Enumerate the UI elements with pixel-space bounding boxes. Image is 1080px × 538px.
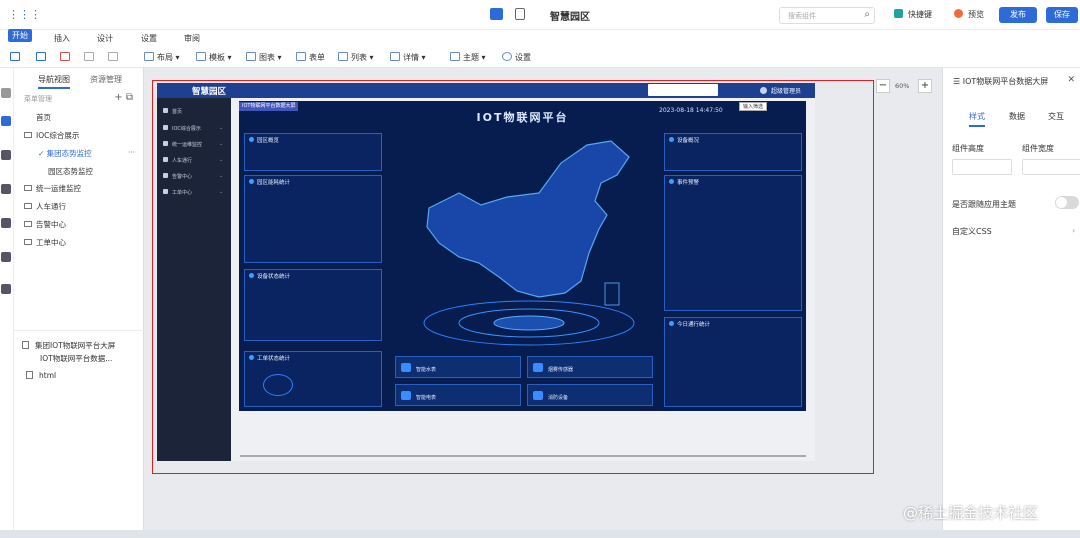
tool-theme[interactable]: 主题 ▾ [450,52,486,63]
desktop-icon[interactable] [490,8,503,20]
tool-layout[interactable]: 布局 ▾ [144,52,180,63]
window-icon[interactable] [1,218,11,228]
search-icon[interactable]: ⌕ [864,9,870,20]
menu-manage-heading: 菜单管理 [24,95,52,103]
add-folder-icon[interactable]: + ⧉ [114,92,133,103]
tree-item-ops[interactable]: 统一运维监控 [24,183,81,194]
sidebar: 导航视图 资源管理 菜单管理 + ⧉ 首页 IOC综合展示 ✓ 集团态势监控 ··… [14,68,144,538]
tree-item-ioc[interactable]: IOC综合展示 [24,130,79,141]
layout-icon [144,52,154,61]
tab-resource-management[interactable]: 资源管理 [90,74,122,85]
tool-template[interactable]: 模板 ▾ [196,52,232,63]
apps-grid-icon[interactable]: ⋮⋮⋮ [8,9,41,21]
tab-interaction[interactable]: 交互 [1048,111,1064,122]
folder-icon [24,132,32,138]
preview-icon [954,9,963,18]
menu-bar: 开始 插入 设计 设置 审阅 [0,29,1080,48]
watermark: @稀土掘金技术社区 [903,504,1039,522]
zoom-out-button[interactable]: − [876,79,890,93]
keyboard-icon [894,9,903,18]
tool-detail[interactable]: 详情 ▾ [390,52,426,63]
more-icon[interactable]: ··· [128,148,135,157]
menu-review[interactable]: 审阅 [184,33,200,44]
zoom-in-button[interactable]: + [918,79,932,93]
theme-icon [450,52,460,61]
height-input[interactable] [952,159,1012,175]
page-item-iot-screen[interactable]: IOT物联网平台数据... [40,353,112,364]
tool-list[interactable]: 列表 ▾ [338,52,374,63]
tree-item-workorder[interactable]: 工单中心 [24,237,66,248]
tool-form[interactable]: 表单 [296,52,325,63]
publish-button[interactable]: 发布 [999,7,1037,23]
width-input[interactable] [1022,159,1080,175]
properties-title: ☰ IOT物联网平台数据大屏 [953,77,1049,86]
format-icon[interactable] [108,52,121,62]
folder-icon [24,221,32,227]
folder-icon [24,185,32,191]
tree-item-alarm[interactable]: 告警中心 [24,219,66,230]
tablet-icon[interactable] [515,8,525,20]
page-item-group-screen[interactable]: 集团IOT物联网平台大屏 [22,340,115,351]
taskbar [0,530,1080,538]
device-switch [490,8,537,22]
divider [14,330,144,331]
zoom-level: 60% [895,82,910,90]
folder-icon [24,203,32,209]
navigation-icon[interactable] [1,116,11,126]
pie-icon[interactable] [1,184,11,194]
width-label: 组件宽度 [1022,144,1054,153]
cube-icon[interactable] [1,284,11,294]
menu-settings[interactable]: 设置 [141,33,157,44]
menu-lines-icon[interactable] [1,88,11,98]
chevron-right-icon[interactable]: › [1072,226,1075,235]
toolbar: 布局 ▾ 模板 ▾ 图表 ▾ 表单 列表 ▾ 详情 ▾ 主题 ▾ 设置 [0,48,1080,68]
zoom-control: − 60% + [876,79,936,93]
detail-icon [390,52,400,61]
menu-design[interactable]: 设计 [97,33,113,44]
top-bar: ⋮⋮⋮ 智慧园区 搜索组件 ⌕ 快捷键 预览 发布 保存 [0,0,1080,30]
tab-navigation-view[interactable]: 导航视图 [38,74,70,89]
tree-item-group-monitor[interactable]: ✓ 集团态势监控 ··· [38,148,135,159]
selection-frame [152,80,874,474]
component-icon[interactable] [1,150,11,160]
component-search-input[interactable]: 搜索组件 ⌕ [779,7,875,24]
custom-css-label[interactable]: 自定义CSS [952,226,992,237]
menu-insert[interactable]: 插入 [54,33,70,44]
height-label: 组件高度 [952,144,984,153]
left-rail [0,68,14,538]
folder-icon [24,239,32,245]
tree-item-home[interactable]: 首页 [36,112,51,123]
gear-icon [502,52,512,61]
page-item-html[interactable]: html [26,371,56,380]
paste-icon[interactable] [36,52,49,62]
delete-icon[interactable] [60,52,73,62]
tool-settings[interactable]: 设置 [502,52,531,63]
tab-data[interactable]: 数据 [1009,111,1025,122]
preview-button[interactable]: 预览 [954,9,984,20]
shortcut-button[interactable]: 快捷键 [894,9,932,20]
save-button[interactable]: 保存 [1046,7,1078,23]
tree-item-park-monitor[interactable]: 园区态势监控 [48,166,93,177]
close-icon[interactable]: ✕ [1067,75,1075,85]
code-icon [26,371,33,379]
chart-icon [246,52,256,61]
copy-icon[interactable] [10,52,23,62]
tab-style[interactable]: 样式 [969,111,985,127]
tree-item-access[interactable]: 人车通行 [24,201,66,212]
list-icon [338,52,348,61]
clear-icon[interactable] [84,52,97,62]
form-icon [296,52,306,61]
page-icon [22,341,29,349]
tool-chart[interactable]: 图表 ▾ [246,52,282,63]
theme-follow-toggle[interactable] [1055,196,1079,209]
trend-icon[interactable] [1,252,11,262]
theme-follow-label: 是否跟随应用主题 [952,200,1016,209]
template-icon [196,52,206,61]
app-title[interactable]: 智慧园区 [550,8,590,23]
properties-panel: ☰ IOT物联网平台数据大屏 ✕ 样式 数据 交互 组件高度 组件宽度 是否跟随… [942,68,1080,538]
menu-start[interactable]: 开始 [8,29,32,42]
